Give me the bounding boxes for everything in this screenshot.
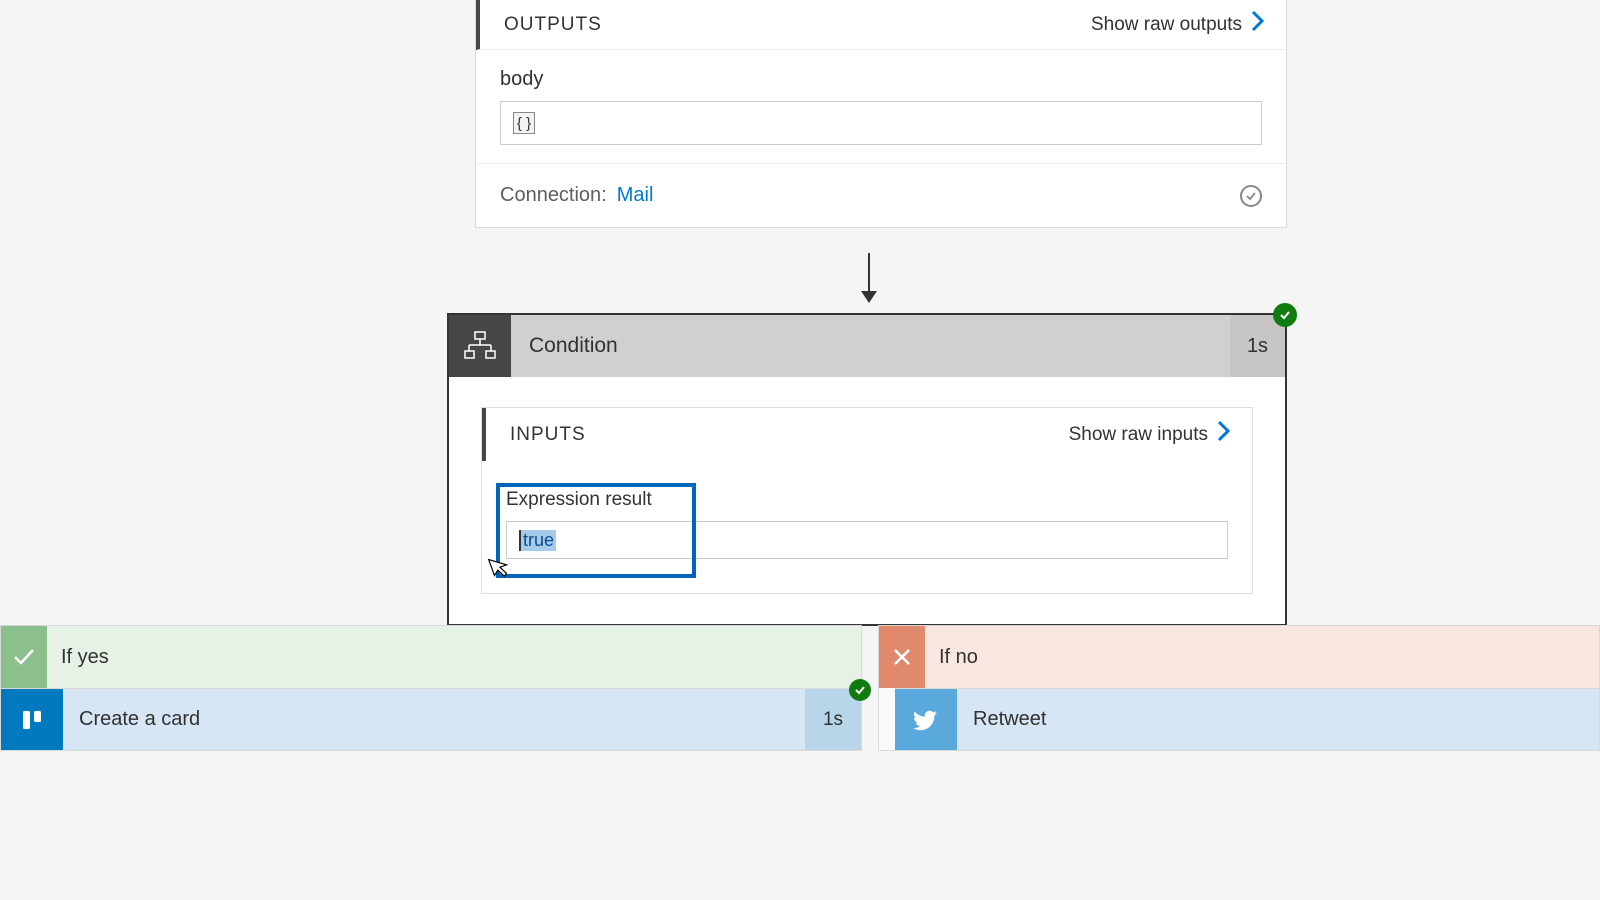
success-badge-icon bbox=[849, 679, 871, 701]
condition-title: Condition bbox=[511, 315, 1230, 377]
check-icon bbox=[1, 626, 47, 688]
condition-icon bbox=[449, 315, 511, 377]
show-raw-inputs-button[interactable]: Show raw inputs bbox=[1069, 420, 1232, 449]
branch-yes-title: If yes bbox=[47, 646, 861, 669]
chevron-right-icon bbox=[1216, 420, 1232, 449]
close-icon bbox=[879, 626, 925, 688]
branch-yes-header[interactable]: If yes bbox=[1, 626, 861, 688]
connection-row: Connection: Mail bbox=[476, 164, 1286, 227]
condition-header: Condition 1s bbox=[449, 315, 1285, 377]
inputs-box: INPUTS Show raw inputs Expression result… bbox=[481, 407, 1253, 594]
expression-result-value: true bbox=[519, 530, 556, 551]
show-raw-inputs-label: Show raw inputs bbox=[1069, 424, 1208, 446]
body-label: body bbox=[500, 68, 1262, 91]
inputs-header: INPUTS Show raw inputs bbox=[482, 408, 1252, 461]
connection-label: Connection: bbox=[500, 184, 607, 207]
body-section: body { } bbox=[476, 50, 1286, 164]
show-raw-outputs-button[interactable]: Show raw outputs bbox=[1091, 10, 1266, 39]
check-circle-icon bbox=[1240, 185, 1262, 207]
outputs-title: OUTPUTS bbox=[504, 14, 602, 36]
branch-if-no: If no Retweet bbox=[878, 625, 1600, 751]
trello-icon bbox=[1, 689, 63, 750]
outputs-card: OUTPUTS Show raw outputs body { } Connec… bbox=[475, 0, 1287, 228]
action-retweet-title: Retweet bbox=[957, 689, 1599, 750]
flow-connector bbox=[868, 253, 870, 301]
success-badge-icon bbox=[1273, 303, 1297, 327]
branch-if-yes: If yes Create a card 1s bbox=[0, 625, 862, 751]
condition-card[interactable]: Condition 1s INPUTS Show raw inputs Expr… bbox=[447, 313, 1287, 626]
connection-link[interactable]: Mail bbox=[617, 184, 654, 207]
action-create-card-title: Create a card bbox=[63, 689, 805, 750]
outputs-header: OUTPUTS Show raw outputs bbox=[476, 0, 1286, 50]
arrow-down-icon bbox=[861, 291, 877, 303]
branch-no-title: If no bbox=[925, 646, 1599, 669]
expression-result-label: Expression result bbox=[506, 489, 1228, 511]
connection-left: Connection: Mail bbox=[500, 184, 653, 207]
action-create-card[interactable]: Create a card 1s bbox=[1, 688, 861, 750]
inputs-title: INPUTS bbox=[510, 424, 586, 446]
json-braces-icon: { } bbox=[513, 112, 535, 134]
chevron-right-icon bbox=[1250, 10, 1266, 39]
body-field[interactable]: { } bbox=[500, 101, 1262, 145]
condition-body: INPUTS Show raw inputs Expression result… bbox=[449, 377, 1285, 624]
action-retweet[interactable]: Retweet bbox=[895, 688, 1599, 750]
expression-result-field[interactable]: true bbox=[506, 521, 1228, 559]
show-raw-outputs-label: Show raw outputs bbox=[1091, 14, 1242, 36]
inputs-content: Expression result true bbox=[482, 461, 1252, 593]
twitter-icon bbox=[895, 689, 957, 750]
branch-no-header[interactable]: If no bbox=[879, 626, 1599, 688]
